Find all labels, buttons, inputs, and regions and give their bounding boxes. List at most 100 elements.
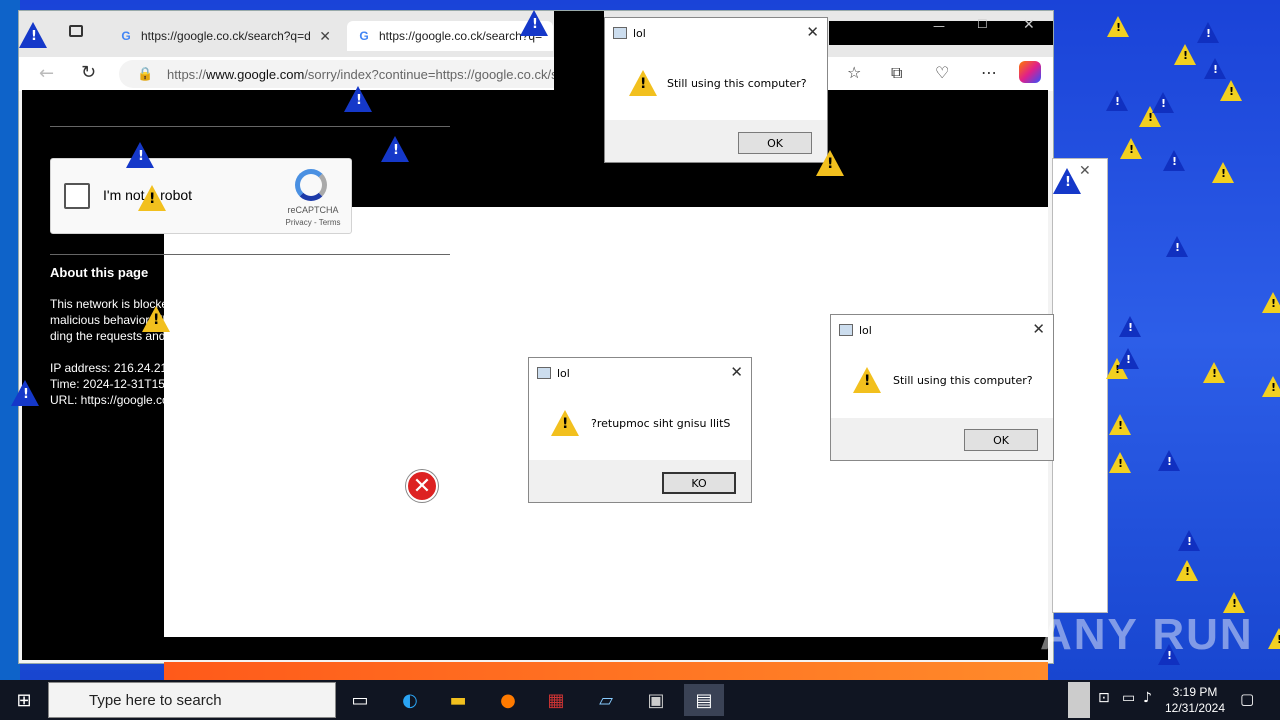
close-window-icon[interactable]: ✕ xyxy=(1023,17,1035,33)
volume-icon[interactable]: ♪ xyxy=(1143,690,1152,706)
google-icon: G xyxy=(121,29,131,43)
active-app-icon[interactable]: ▤ xyxy=(684,684,724,716)
taskbar-search-input[interactable]: Type here to search xyxy=(48,682,336,718)
watermark: ANY RUN xyxy=(1040,610,1254,659)
task-view-icon[interactable]: ▭ xyxy=(340,684,380,716)
divider xyxy=(50,126,450,127)
warning-icon xyxy=(1174,44,1196,65)
notepad-icon[interactable]: ▱ xyxy=(586,684,626,716)
show-hidden-strip[interactable] xyxy=(1068,682,1090,718)
file-explorer-icon[interactable]: ▬ xyxy=(438,684,478,716)
warning-icon xyxy=(1262,292,1280,313)
warning-icon xyxy=(1109,452,1131,473)
warning-icon xyxy=(1120,138,1142,159)
system-clock[interactable]: 3:19 PM 12/31/2024 xyxy=(1160,684,1230,716)
app-window-icon[interactable]: ▣ xyxy=(636,684,676,716)
dialog-titlebar: lol xyxy=(529,358,751,388)
warning-icon xyxy=(138,185,166,211)
dialog-titlebar: lol xyxy=(605,18,827,48)
dialog-title: lol xyxy=(859,323,872,337)
info-icon xyxy=(1204,58,1226,79)
ok-button[interactable]: OK xyxy=(738,132,812,154)
warning-icon xyxy=(1203,362,1225,383)
info-icon xyxy=(381,136,409,162)
dialog-still-using-right: lol ✕ Still using this computer? OK xyxy=(830,314,1054,461)
error-icon: ✕ xyxy=(406,470,438,502)
close-icon[interactable]: ✕ xyxy=(730,363,743,381)
warning-icon xyxy=(1107,16,1129,37)
warning-icon xyxy=(629,70,657,96)
taskbar: ⊞ Type here to search ▭ ◐ ▬ ● ▦ ▱ ▣ ▤ ⊡ … xyxy=(0,680,1280,720)
url-field[interactable]: 🔒 https://www.google.com/sorry/index?con… xyxy=(119,60,589,88)
info-icon xyxy=(344,86,372,112)
google-icon: G xyxy=(359,29,369,43)
collections-icon[interactable]: ⧉ xyxy=(891,63,902,83)
info-icon xyxy=(1166,236,1188,257)
ko-button[interactable]: KO xyxy=(662,472,736,494)
edge-icon[interactable]: ◐ xyxy=(390,684,430,716)
winrar-icon[interactable]: ▦ xyxy=(536,684,576,716)
info-icon xyxy=(1163,150,1185,171)
copilot-icon[interactable] xyxy=(1019,61,1041,83)
tab-actions-icon[interactable] xyxy=(69,25,83,37)
network-icon[interactable]: ⊡ xyxy=(1098,690,1110,706)
dialog-still-using-top: lol ✕ Still using this computer? OK xyxy=(604,17,828,163)
url-rest: /sorry/index?continue=https://google.co.… xyxy=(304,66,577,82)
window-icon xyxy=(537,367,551,379)
dialog-message: ?retupmoc siht gnisu llitS xyxy=(591,417,731,430)
wifi-icon[interactable]: ▭ xyxy=(1122,690,1135,706)
clock-time: 3:19 PM xyxy=(1172,685,1218,699)
recaptcha-links[interactable]: Privacy - Terms xyxy=(283,218,343,227)
warning-icon xyxy=(1220,80,1242,101)
dialog-title: lol xyxy=(557,366,570,380)
timestamp: Time: 2024-12-31T15:19:05Z xyxy=(50,377,206,391)
tab-2-label: https://google.co.ck/search?q= xyxy=(379,29,543,43)
clock-date: 12/31/2024 xyxy=(1164,701,1226,715)
favorites-icon[interactable]: ☆ xyxy=(847,63,861,82)
warning-icon xyxy=(853,367,881,393)
info-icon xyxy=(1106,90,1128,111)
warning-icon xyxy=(1268,628,1280,649)
warning-icon xyxy=(1109,414,1131,435)
captcha-checkbox[interactable] xyxy=(64,183,90,209)
firefox-icon[interactable]: ● xyxy=(488,684,528,716)
taskbar-accent xyxy=(164,662,1048,680)
tab-1[interactable]: G https://google.co.ck/search?q=d ✕ xyxy=(109,21,341,51)
info-icon xyxy=(1197,22,1219,43)
minimize-icon[interactable]: — xyxy=(933,19,945,33)
reload-icon[interactable]: ↻ xyxy=(81,62,96,83)
close-icon[interactable]: ✕ xyxy=(1032,320,1045,338)
lock-icon: 🔒 xyxy=(137,66,154,81)
recaptcha-brand: reCAPTCHA xyxy=(287,205,339,215)
more-icon[interactable]: ⋯ xyxy=(981,63,997,82)
performance-icon[interactable]: ♡ xyxy=(935,63,949,82)
page-url: URL: https://google.co.ck/search?q=how+t… xyxy=(50,393,381,407)
info-icon xyxy=(126,142,154,168)
window-icon xyxy=(839,324,853,336)
url-domain: www.google.com xyxy=(206,66,305,82)
ok-button[interactable]: OK xyxy=(964,429,1038,451)
close-icon[interactable]: ✕ xyxy=(806,23,819,41)
info-icon xyxy=(19,22,47,48)
warning-icon xyxy=(816,150,844,176)
windows-start-icon[interactable]: ⊞ xyxy=(0,680,48,720)
address-bar: ← ↻ 🔒 https://www.google.com/sorry/index… xyxy=(19,57,1053,91)
about-text-line3: ding the requests and not a robot coming… xyxy=(50,329,367,343)
desktop-left-strip xyxy=(0,0,20,680)
window-icon xyxy=(613,27,627,39)
close-icon[interactable]: ✕ xyxy=(319,28,331,45)
tab-1-label: https://google.co.ck/search?q=d xyxy=(141,29,311,43)
background-window: ✕ xyxy=(1052,158,1108,613)
info-icon xyxy=(1119,316,1141,337)
maximize-icon[interactable]: ☐ xyxy=(977,17,988,31)
about-text-line1: This network is blocked due to unaddress… xyxy=(50,297,415,311)
dialog-message: Still using this computer? xyxy=(893,374,1033,387)
back-icon[interactable]: ← xyxy=(39,63,54,84)
dialog-reversed-center: lol ✕ ?retupmoc siht gnisu llitS KO xyxy=(528,357,752,503)
dialog-message: Still using this computer? xyxy=(667,77,807,90)
recaptcha-widget: I'm not a robot reCAPTCHA Privacy - Term… xyxy=(50,158,352,234)
notifications-icon[interactable]: ▢ xyxy=(1240,690,1254,708)
info-icon xyxy=(11,380,39,406)
ip-address: IP address: 216.24.216.49 xyxy=(50,361,191,375)
warning-icon xyxy=(1176,560,1198,581)
